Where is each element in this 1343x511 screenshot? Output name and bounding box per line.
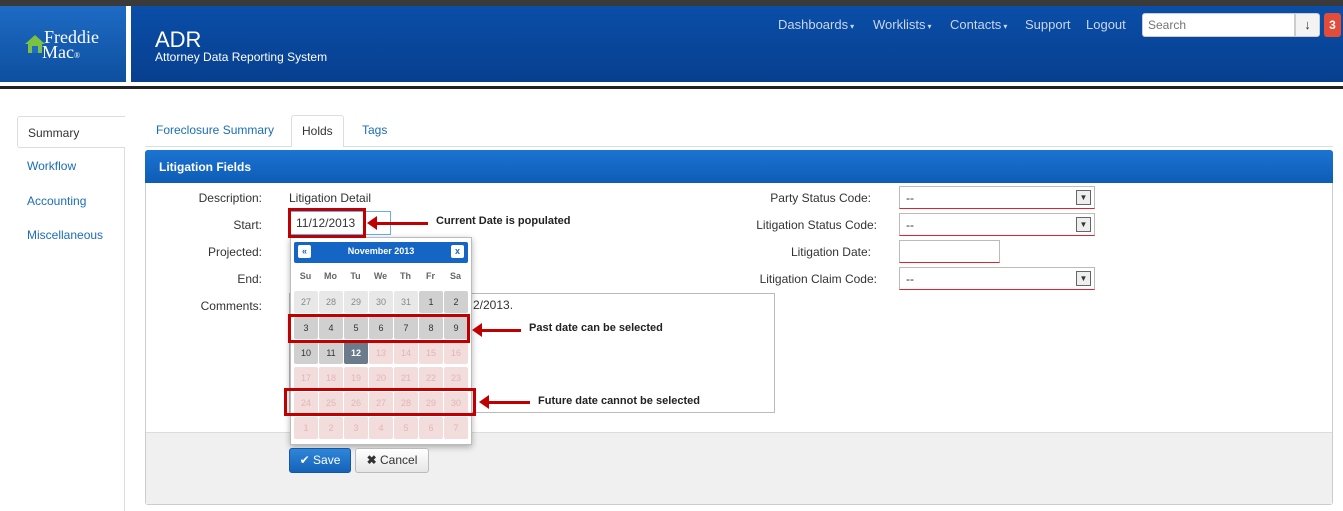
nav-logout[interactable]: Logout [1086,17,1126,32]
sidebar-item-summary[interactable]: Summary [17,116,125,148]
tab-tags[interactable]: Tags [352,115,397,147]
litigation-date-input[interactable] [899,240,1000,263]
datepicker-day[interactable]: 1 [419,291,443,313]
annotation-arrow-future [479,395,530,409]
datepicker-day: 19 [344,367,368,389]
datepicker-day[interactable]: 27 [294,291,318,313]
litigation-status-select[interactable]: -- ▼ [899,213,1095,236]
datepicker-day: 5 [394,417,418,439]
caret-down-icon: ▾ [850,22,855,31]
datepicker-day[interactable]: 29 [344,291,368,313]
annotation-box-current [288,208,366,238]
datepicker-day: 16 [444,342,468,364]
datepicker-day: 7 [444,417,468,439]
datepicker-day: 20 [369,367,393,389]
tab-holds[interactable]: Holds [291,115,344,147]
datepicker-day[interactable]: 10 [294,342,318,364]
download-arrow-icon[interactable]: ↓ [1295,13,1320,37]
datepicker-weekday: We [373,271,388,281]
header-rule [0,86,1343,89]
description-label: Description: [198,191,262,205]
sidebar-divider [124,148,125,511]
search-input[interactable] [1142,13,1295,37]
datepicker-day[interactable]: 2 [444,291,468,313]
annotation-current-date: Current Date is populated [436,215,571,227]
datepicker-month-title: November 2013 [347,246,415,256]
datepicker-day: 18 [319,367,343,389]
sidebar-item-miscellaneous[interactable]: Miscellaneous [17,219,125,251]
datepicker-day: 6 [419,417,443,439]
annotation-future-date: Future date cannot be selected [538,395,700,407]
nav-worklists[interactable]: Worklists ▾ [873,17,932,32]
end-label: End: [237,272,262,286]
datepicker-day: 21 [394,367,418,389]
check-icon: ✔ [299,453,310,467]
annotation-box-past [288,314,470,343]
datepicker-day: 13 [369,342,393,364]
datepicker-day: 15 [419,342,443,364]
datepicker-weekday: Fr [426,271,435,281]
sidebar-item-accounting[interactable]: Accounting [17,185,125,217]
annotation-arrow-past [472,323,521,337]
datepicker-day[interactable]: 31 [394,291,418,313]
datepicker-day: 14 [394,342,418,364]
dropdown-arrow-icon: ▼ [1076,217,1091,232]
datepicker-weekday: Tu [350,271,361,281]
start-label: Start: [233,218,262,232]
litigation-status-label: Litigation Status Code: [756,218,877,232]
datepicker-day[interactable]: 12 [344,342,368,364]
claim-code-label: Litigation Claim Code: [759,272,877,286]
datepicker-weekday: Sa [449,271,461,281]
logo-text: Freddie Mac® [42,27,99,62]
datepicker-weekday: Mo [324,271,337,281]
datepicker-weekday: Th [400,271,411,281]
dropdown-arrow-icon: ▼ [1076,271,1091,286]
app-subtitle: Attorney Data Reporting System [155,50,328,64]
annotation-arrow-current [367,216,428,230]
nav-contacts[interactable]: Contacts ▾ [950,17,1007,32]
sidebar-item-workflow[interactable]: Workflow [17,150,125,182]
cancel-button[interactable]: ✖ Cancel [355,448,429,473]
description-value: Litigation Detail [289,191,372,205]
datepicker-weekday: Su [299,271,312,281]
litigation-date-label: Litigation Date: [790,245,871,259]
close-icon: ✖ [366,453,377,467]
datepicker-day: 1 [294,417,318,439]
projected-label: Projected: [207,245,262,259]
datepicker-day: 23 [444,367,468,389]
prev-month-button[interactable]: « [298,245,311,258]
close-button[interactable]: x [451,245,464,258]
dropdown-arrow-icon: ▼ [1076,190,1091,205]
datepicker-day: 17 [294,367,318,389]
datepicker-day[interactable]: 30 [369,291,393,313]
caret-down-icon: ▾ [1003,22,1008,31]
datepicker-day: 2 [319,417,343,439]
datepicker-day: 3 [344,417,368,439]
notification-badge[interactable]: 3 [1324,13,1341,37]
annotation-past-date: Past date can be selected [529,322,663,334]
annotation-box-future [284,388,476,416]
party-status-label: Party Status Code: [770,191,871,205]
tab-foreclosure-summary[interactable]: Foreclosure Summary [146,115,284,147]
nav-dashboards[interactable]: Dashboards ▾ [778,17,854,32]
claim-code-select[interactable]: -- ▼ [899,267,1095,290]
save-button[interactable]: ✔ Save [289,448,351,473]
panel-title: Litigation Fields [145,150,1333,183]
comments-label: Comments: [200,299,262,313]
comments-text: 2/2013. [473,298,514,312]
datepicker-day[interactable]: 11 [319,342,343,364]
party-status-select[interactable]: -- ▼ [899,186,1095,209]
logo-separator [126,6,131,82]
datepicker-day[interactable]: 28 [319,291,343,313]
nav-support[interactable]: Support [1025,17,1071,32]
datepicker-day: 22 [419,367,443,389]
caret-down-icon: ▾ [927,22,932,31]
datepicker-day: 4 [369,417,393,439]
